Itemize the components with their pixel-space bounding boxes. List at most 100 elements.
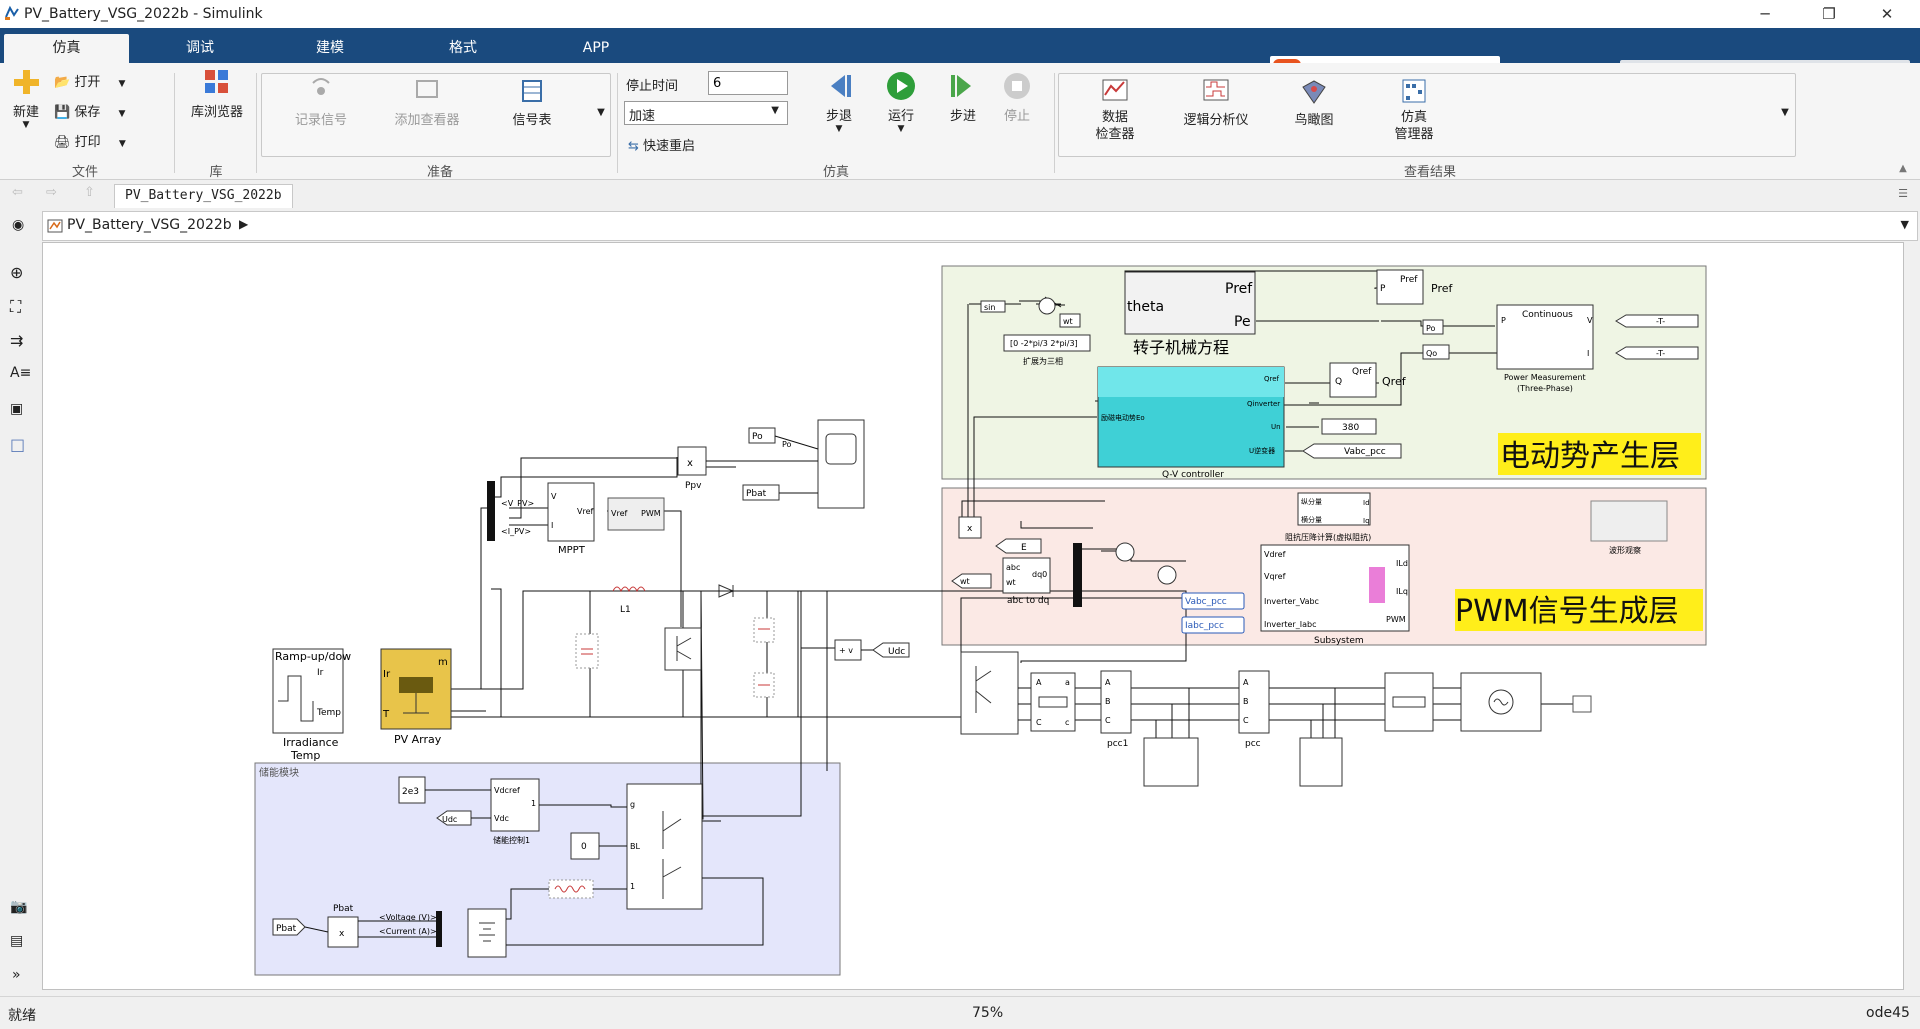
svg-text:Pbat: Pbat [276, 924, 297, 934]
demux-bar[interactable] [1073, 543, 1082, 607]
load-block-1[interactable] [1143, 737, 1199, 787]
back-arrow-icon[interactable]: ⇦ [12, 185, 23, 200]
divider [1054, 73, 1055, 173]
irradiance-ramp-label: Ramp-up/dow [275, 650, 351, 663]
step-back-button[interactable]: 步退 ▼ [818, 71, 860, 134]
tab-format[interactable]: 格式 [423, 34, 503, 63]
tab-debug[interactable]: 调试 [160, 34, 240, 63]
svg-text:-T-: -T- [1656, 349, 1665, 358]
step-back-label: 步退 [825, 109, 852, 124]
battery-inductor[interactable] [548, 879, 594, 899]
step-forward-label: 步进 [949, 109, 976, 124]
svg-text:Vref: Vref [577, 507, 594, 516]
logic-analyzer-button[interactable]: 逻辑分析仪 [1172, 77, 1260, 128]
svg-text:E: E [1021, 543, 1027, 553]
print-button[interactable]: 🖨 打印 ▼ [54, 131, 144, 150]
model-path[interactable]: PV_Battery_VSG_2022b [67, 217, 232, 233]
qref-label: Qref [1382, 375, 1407, 388]
zoom-level[interactable]: 75% [972, 1005, 1003, 1021]
stop-button[interactable]: 停止 [996, 71, 1038, 124]
bus-selector-pv[interactable] [487, 481, 495, 541]
load-block-2[interactable] [1299, 737, 1343, 787]
screenshot-icon[interactable]: 📷 [10, 899, 27, 915]
birds-eye-button[interactable]: 鸟瞰图 [1282, 77, 1346, 128]
ground-block[interactable] [1572, 695, 1592, 713]
svg-text:PWM: PWM [641, 509, 661, 518]
simulation-mode-select[interactable]: 加速 ▼ [624, 101, 788, 125]
tab-simulation[interactable]: 仿真 [4, 34, 129, 63]
forward-arrow-icon[interactable]: ⇨ [46, 185, 57, 200]
udc-label: Udc [888, 647, 905, 657]
fast-restart-button[interactable]: ⇆ 快速重启 [628, 135, 728, 154]
path-arrow-icon[interactable]: ▶ [239, 217, 248, 231]
hide-browser-icon[interactable]: ◉ [12, 217, 24, 233]
close-button[interactable]: ✕ [1864, 0, 1910, 28]
pcc-label: pcc [1245, 739, 1261, 749]
expand-results-chevron-icon[interactable]: ▼ [1778, 107, 1792, 118]
log-signals-button[interactable]: 记录信号 [286, 77, 356, 128]
battery-block[interactable] [467, 908, 507, 958]
model-canvas[interactable]: Ramp-up/dow Ir Temp Irradiance Temp Ir Tm … [42, 242, 1904, 990]
annotation-icon[interactable]: A≡ [10, 365, 31, 381]
inductor-l1-icon[interactable] [612, 586, 646, 593]
svg-text:1: 1 [531, 799, 536, 808]
svg-text:g: g [630, 800, 635, 809]
open-button[interactable]: 📂 打开 ▼ [54, 71, 144, 90]
sum-block-1[interactable] [1038, 297, 1056, 315]
new-button[interactable]: 新建 ▼ [8, 67, 44, 147]
up-arrow-icon[interactable]: ⇧ [84, 185, 95, 200]
emf-layer-label: 电动势产生层 [1500, 439, 1680, 474]
svg-text:Udc: Udc [442, 815, 457, 824]
goto-e[interactable] [995, 538, 1042, 554]
stop-time-input[interactable] [708, 71, 788, 95]
run-button[interactable]: 运行 ▼ [880, 71, 922, 134]
fast-restart-icon: ⇆ [628, 139, 639, 154]
solver-indicator[interactable]: ode45 [1866, 1005, 1910, 1021]
save-button[interactable]: 💾 保存 ▼ [54, 101, 144, 120]
sum-block-2[interactable] [1115, 542, 1135, 562]
battery-bus-selector[interactable] [436, 911, 442, 947]
boost-switch-block[interactable] [664, 627, 702, 671]
capacitor-2-block[interactable] [753, 617, 775, 643]
collapse-ribbon-icon[interactable]: ▲ [1896, 163, 1910, 174]
inverter-block[interactable] [960, 651, 1019, 735]
step-forward-button[interactable]: 步进 [942, 71, 984, 124]
tab-apps[interactable]: APP [556, 34, 636, 63]
model-tab[interactable]: PV_Battery_VSG_2022b [114, 184, 293, 208]
library-browser-button[interactable]: 库浏览器 [182, 67, 252, 120]
svg-text:Po: Po [782, 440, 792, 449]
area-icon[interactable]: □ [10, 435, 25, 454]
capacitor-block[interactable] [575, 633, 599, 669]
sum-block-3[interactable] [1157, 565, 1177, 585]
current-signal-label: <Current (A)> [379, 927, 437, 936]
canvas-toolstrip: ◉ ⊕ ⛶ ⇉ A≡ ▣ □ 📷 ▤ » [0, 211, 40, 991]
divider [174, 73, 175, 173]
line-coil-icon [1392, 696, 1426, 708]
image-icon[interactable]: ▣ [10, 401, 23, 417]
minimize-button[interactable]: ─ [1742, 0, 1788, 28]
signal-table-button[interactable]: 信号表 [503, 77, 561, 128]
zoom-icon[interactable]: ⊕ [10, 263, 23, 282]
svg-text:ILd: ILd [1396, 559, 1408, 568]
data-inspector-button[interactable]: 数据 检查器 [1080, 77, 1150, 143]
disk-icon: 💾 [54, 105, 71, 120]
explorer-menu-icon[interactable]: ☰ [1898, 187, 1908, 200]
expand-toolstrip-icon[interactable]: » [12, 967, 21, 983]
sim-manager-button[interactable]: 仿真 管理器 [1382, 77, 1446, 143]
property-inspector-icon[interactable]: ▤ [10, 933, 23, 949]
svg-text:Vdcref: Vdcref [494, 786, 520, 795]
tab-modeling[interactable]: 建模 [290, 34, 370, 63]
waveform-observe-block[interactable] [1590, 500, 1668, 542]
path-dropdown-chevron-icon[interactable]: ▼ [1901, 218, 1909, 231]
add-viewer-button[interactable]: 添加查看器 [386, 77, 468, 128]
irradiance-label-1: Irradiance [283, 736, 339, 749]
maximize-button[interactable]: ❐ [1806, 0, 1852, 28]
folder-icon: 📂 [54, 75, 71, 90]
expand-label: 扩展为三相 [1023, 356, 1063, 366]
fit-to-view-icon[interactable]: ⛶ [10, 297, 21, 317]
rotor-label: 转子机械方程 [1133, 338, 1229, 357]
filter-coil-icon [1038, 696, 1068, 708]
arrows-icon[interactable]: ⇉ [10, 331, 23, 350]
print-label: 打印 [74, 135, 101, 150]
expand-prepare-chevron-icon[interactable]: ▼ [594, 107, 608, 118]
